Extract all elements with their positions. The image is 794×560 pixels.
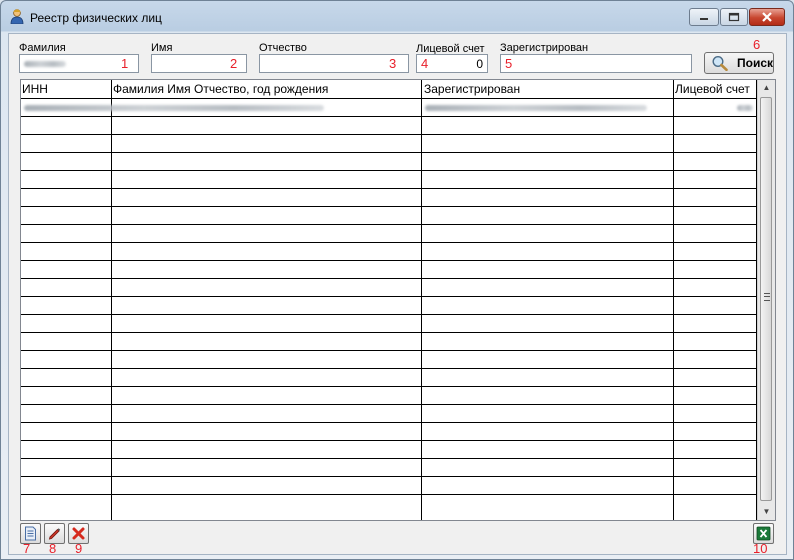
marker-1: 1 bbox=[121, 56, 129, 71]
registered-field[interactable] bbox=[500, 54, 692, 73]
column-header-account[interactable]: Лицевой счет bbox=[675, 82, 750, 96]
results-grid[interactable]: ИНН Фамилия Имя Отчество, год рождения З… bbox=[20, 79, 776, 521]
scroll-up-arrow-icon[interactable]: ▲ bbox=[759, 80, 774, 95]
marker-3: 3 bbox=[389, 56, 397, 71]
redacted-row-text bbox=[737, 105, 753, 111]
table-row[interactable] bbox=[21, 261, 757, 279]
table-row[interactable] bbox=[21, 135, 757, 153]
redacted-row-text bbox=[24, 105, 324, 111]
name-label: Имя bbox=[151, 42, 173, 54]
close-button[interactable] bbox=[749, 8, 785, 26]
column-header-fullname[interactable]: Фамилия Имя Отчество, год рождения bbox=[113, 82, 328, 96]
vertical-scrollbar[interactable]: ▲ ▼ bbox=[757, 80, 775, 520]
redacted-surname bbox=[24, 61, 66, 67]
pencil-icon bbox=[48, 528, 61, 540]
maximize-icon bbox=[721, 9, 747, 25]
search-button[interactable]: Поиск bbox=[704, 52, 774, 74]
patronymic-input[interactable] bbox=[260, 55, 408, 72]
registry-window: Реестр физических лиц Фамилия Имя Отчест… bbox=[0, 0, 794, 560]
table-row[interactable] bbox=[21, 171, 757, 189]
minimize-icon bbox=[690, 9, 718, 25]
excel-icon bbox=[756, 526, 771, 541]
marker-8: 8 bbox=[49, 541, 57, 556]
grid-rows bbox=[21, 99, 757, 495]
column-header-registered[interactable]: Зарегистрирован bbox=[424, 82, 520, 96]
table-row[interactable] bbox=[21, 405, 757, 423]
table-row[interactable] bbox=[21, 315, 757, 333]
table-row[interactable] bbox=[21, 333, 757, 351]
table-row[interactable] bbox=[21, 243, 757, 261]
registered-input[interactable] bbox=[501, 55, 691, 72]
registered-label: Зарегистрирован bbox=[500, 42, 589, 54]
column-divider bbox=[673, 80, 674, 520]
table-row[interactable] bbox=[21, 423, 757, 441]
window-title: Реестр физических лиц bbox=[30, 11, 162, 25]
surname-label: Фамилия bbox=[19, 42, 66, 54]
table-row[interactable] bbox=[21, 189, 757, 207]
marker-2: 2 bbox=[230, 56, 238, 71]
table-row[interactable] bbox=[21, 153, 757, 171]
person-app-icon bbox=[9, 8, 25, 25]
patronymic-field[interactable] bbox=[259, 54, 409, 73]
table-row[interactable] bbox=[21, 351, 757, 369]
table-row[interactable] bbox=[21, 297, 757, 315]
marker-6: 6 bbox=[753, 37, 761, 52]
grip-icon bbox=[764, 293, 770, 301]
table-row[interactable] bbox=[21, 387, 757, 405]
table-row[interactable] bbox=[21, 225, 757, 243]
column-divider bbox=[111, 80, 112, 520]
patronymic-label: Отчество bbox=[259, 42, 307, 54]
maximize-button[interactable] bbox=[720, 8, 748, 26]
marker-9: 9 bbox=[75, 541, 83, 556]
magnifier-icon bbox=[711, 55, 729, 74]
table-row[interactable] bbox=[21, 207, 757, 225]
scroll-thumb[interactable] bbox=[760, 97, 772, 501]
scroll-down-arrow-icon[interactable]: ▼ bbox=[759, 504, 774, 519]
marker-7: 7 bbox=[23, 541, 31, 556]
search-button-label: Поиск bbox=[737, 56, 774, 70]
table-row[interactable] bbox=[21, 459, 757, 477]
client-area: Фамилия Имя Отчество Лицевой счет Зареги… bbox=[8, 33, 787, 556]
column-header-inn[interactable]: ИНН bbox=[22, 82, 48, 96]
table-row[interactable] bbox=[21, 477, 757, 495]
column-divider bbox=[421, 80, 422, 520]
marker-5: 5 bbox=[505, 56, 513, 71]
table-row[interactable] bbox=[21, 279, 757, 297]
minimize-button[interactable] bbox=[689, 8, 719, 26]
close-icon bbox=[750, 9, 784, 25]
table-row[interactable] bbox=[21, 369, 757, 387]
document-icon bbox=[25, 526, 36, 541]
marker-10: 10 bbox=[753, 541, 768, 556]
redacted-row-text bbox=[425, 105, 647, 111]
table-row[interactable] bbox=[21, 117, 757, 135]
title-bar[interactable]: Реестр физических лиц bbox=[1, 1, 793, 33]
table-row[interactable] bbox=[21, 441, 757, 459]
grid-header: ИНН Фамилия Имя Отчество, год рождения З… bbox=[21, 80, 757, 99]
delete-x-icon bbox=[72, 527, 85, 540]
marker-4: 4 bbox=[421, 56, 429, 71]
